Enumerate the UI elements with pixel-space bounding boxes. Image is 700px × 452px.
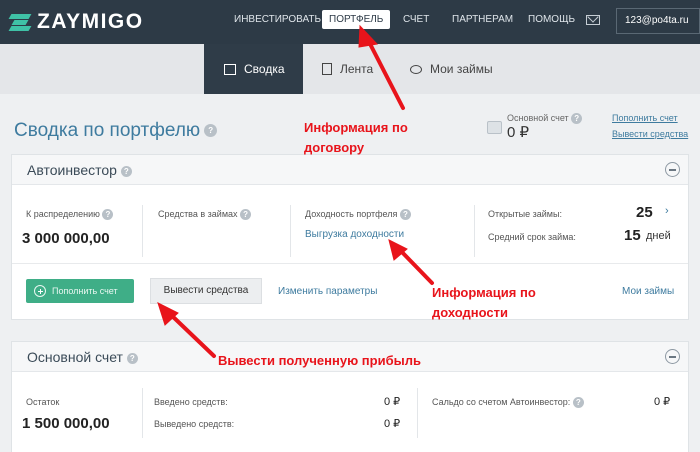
arrow-head bbox=[157, 302, 179, 326]
annotation-arrows bbox=[157, 24, 434, 358]
arrow-to-yield bbox=[396, 246, 434, 285]
arrow-head bbox=[358, 24, 379, 48]
arrow-to-withdraw bbox=[166, 310, 216, 358]
arrow-to-portfolio bbox=[365, 36, 405, 110]
